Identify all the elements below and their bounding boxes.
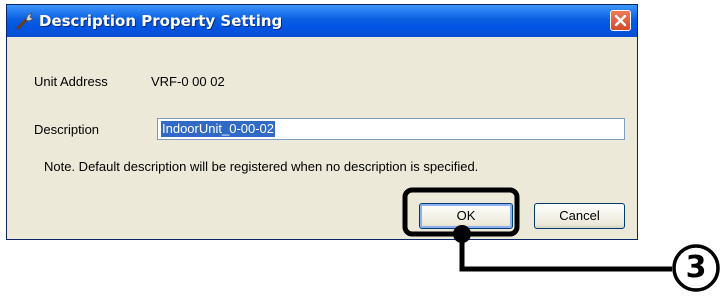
callout-line (459, 234, 672, 272)
callout-annotation (402, 187, 720, 292)
step-number: 3 (685, 250, 707, 285)
